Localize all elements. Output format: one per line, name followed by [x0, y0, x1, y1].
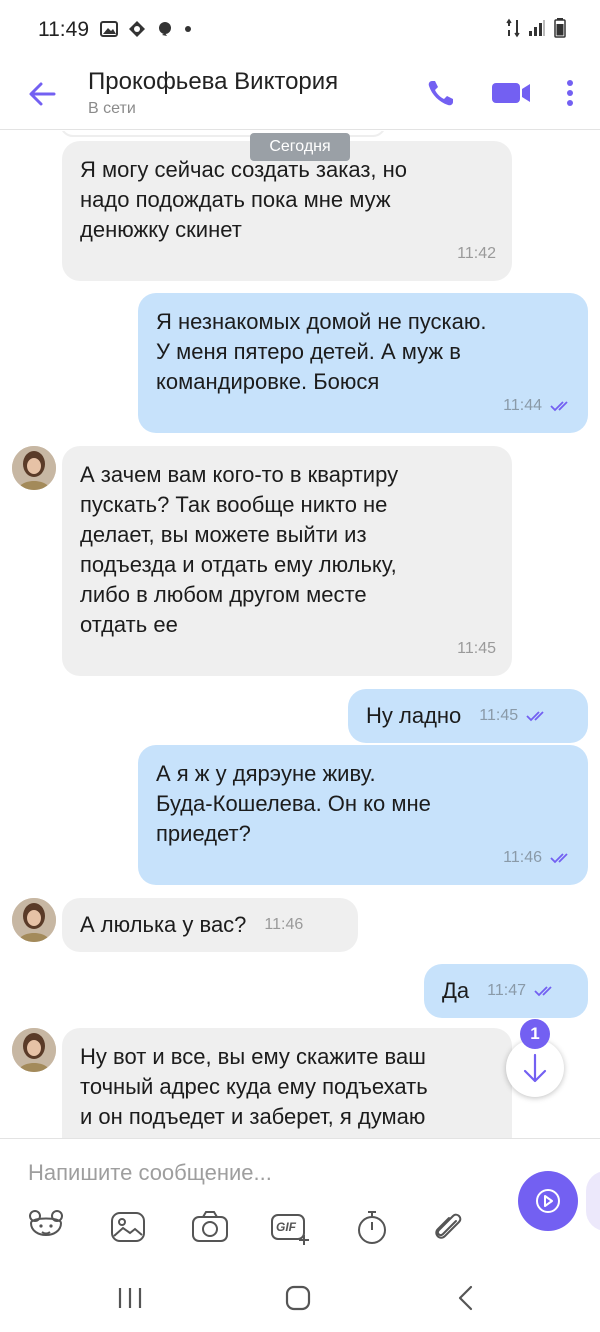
send-button[interactable] — [518, 1171, 578, 1231]
message-text: Я незнакомых домой не пускаю. У меня пят… — [156, 309, 487, 394]
battery-icon — [554, 18, 566, 38]
gallery-icon[interactable] — [108, 1207, 148, 1247]
message-meta: 11:45 — [479, 701, 548, 731]
home-icon[interactable] — [278, 1280, 318, 1316]
viber-notification-icon — [159, 22, 171, 36]
status-bar: 11:49 — [0, 0, 600, 60]
message-time: 11:45 — [479, 707, 519, 724]
date-separator: Сегодня — [250, 133, 350, 161]
incoming-message[interactable]: Ну вот и все, вы ему скажите ваш точный … — [62, 1028, 512, 1138]
incoming-message[interactable]: А люлька у вас? 11:46 — [62, 898, 358, 952]
contact-name[interactable]: Прокофьева Виктория — [88, 68, 338, 96]
read-ticks-icon — [526, 711, 544, 722]
read-ticks-icon — [550, 853, 568, 864]
contact-avatar[interactable] — [12, 898, 56, 942]
message-text: Да — [442, 978, 470, 1003]
gif-label: GIF — [276, 1220, 296, 1234]
contact-avatar[interactable] — [12, 1028, 56, 1072]
phone-icon[interactable] — [424, 76, 458, 110]
dot-icon — [185, 26, 191, 32]
message-time: 11:47 — [487, 982, 526, 999]
message-list[interactable]: Я могу сейчас создать заказ, но надо под… — [0, 131, 600, 1138]
contact-status: В сети — [88, 100, 136, 117]
message-text: А я ж у дярэуне живу. Буда-Кошелева. Он … — [156, 761, 431, 846]
avatar-image — [12, 446, 56, 490]
recent-apps-icon[interactable] — [110, 1280, 150, 1316]
camera-icon[interactable] — [190, 1207, 230, 1247]
message-time: 11:46 — [503, 849, 542, 866]
message-meta: 11:45 — [457, 634, 496, 664]
incoming-message[interactable]: А зачем вам кого-то в квартиру пускать? … — [62, 446, 512, 676]
outgoing-message[interactable]: А я ж у дярэуне живу. Буда-Кошелева. Он … — [138, 745, 588, 885]
message-text: А зачем вам кого-то в квартиру пускать? … — [80, 462, 399, 637]
read-ticks-icon — [550, 401, 568, 412]
sticker-icon[interactable] — [26, 1207, 66, 1247]
chat-header: Прокофьева Виктория В сети — [0, 60, 600, 130]
message-composer: GIF — [0, 1138, 600, 1258]
network-icon — [506, 18, 520, 38]
app-notification-icon — [129, 21, 145, 37]
outgoing-message[interactable]: Ну ладно 11:45 — [348, 689, 588, 743]
send-icon — [536, 1189, 560, 1213]
message-meta: 11:42 — [457, 239, 496, 269]
more-options-icon[interactable] — [556, 76, 584, 110]
read-ticks-icon — [534, 986, 552, 997]
video-call-icon[interactable] — [490, 76, 532, 110]
message-input[interactable] — [28, 1157, 488, 1189]
gif-icon[interactable]: GIF — [270, 1207, 310, 1247]
message-meta: 11:44 — [503, 391, 572, 421]
contact-avatar[interactable] — [12, 446, 56, 490]
timer-icon[interactable] — [352, 1207, 392, 1247]
incoming-message[interactable]: Я могу сейчас создать заказ, но надо под… — [62, 141, 512, 281]
message-text: Ну ладно — [366, 703, 462, 728]
message-time: 11:44 — [503, 397, 542, 414]
attachment-icon[interactable] — [428, 1207, 468, 1247]
signal-icon — [529, 20, 545, 36]
message-time: 11:46 — [264, 916, 304, 933]
message-text: А люлька у вас? — [80, 912, 247, 937]
message-meta: 11:47 — [487, 976, 556, 1006]
message-text: Я могу сейчас создать заказ, но надо под… — [80, 157, 408, 242]
image-notification-icon — [100, 21, 118, 37]
outgoing-message[interactable]: Да 11:47 — [424, 964, 588, 1018]
system-navigation-bar — [0, 1258, 600, 1332]
message-time: 11:42 — [457, 245, 496, 262]
back-arrow-icon[interactable] — [22, 74, 62, 114]
avatar-image — [12, 898, 56, 942]
message-meta: 11:46 — [264, 910, 303, 940]
notification-icons — [100, 20, 192, 38]
extra-action-peek[interactable] — [586, 1171, 600, 1231]
message-time: 11:45 — [457, 640, 496, 657]
system-status-icons — [506, 18, 566, 38]
message-text: Ну вот и все, вы ему скажите ваш точный … — [80, 1044, 428, 1129]
outgoing-message[interactable]: Я незнакомых домой не пускаю. У меня пят… — [138, 293, 588, 433]
back-icon[interactable] — [446, 1280, 486, 1316]
status-time: 11:49 — [38, 18, 89, 41]
message-meta: 11:46 — [503, 843, 572, 873]
unread-count-badge: 1 — [520, 1019, 550, 1049]
avatar-image — [12, 1028, 56, 1072]
